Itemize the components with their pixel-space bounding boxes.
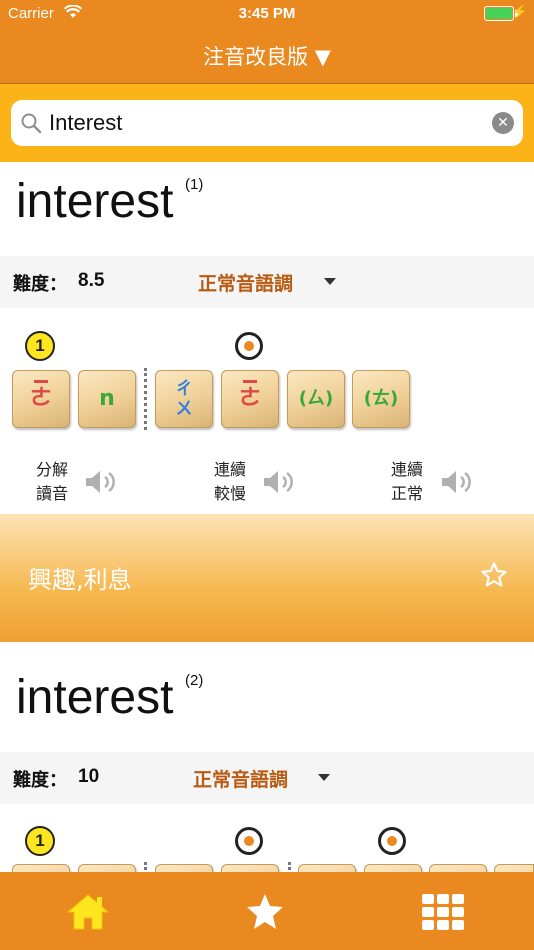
nav-title: 注音改良版 ▼	[203, 44, 331, 69]
phonetic-tile[interactable]	[494, 864, 534, 872]
tab-bar	[0, 872, 534, 950]
tone-mark	[243, 380, 257, 383]
favorite-star-icon[interactable]	[480, 561, 508, 589]
audio-label-split: 分解 讀音	[36, 458, 68, 506]
stress-dot-icon	[235, 827, 263, 855]
phonetic-tile[interactable]	[221, 864, 279, 872]
audio-label-slow: 連續 較慢	[214, 458, 246, 506]
phonetic-tile[interactable]: n	[78, 370, 136, 428]
tab-favorites-icon[interactable]	[243, 892, 287, 932]
tab-grid-icon[interactable]	[421, 892, 465, 932]
difficulty-label: 難度：	[13, 770, 67, 791]
charging-icon: ⚡	[511, 4, 528, 19]
entry-word: interest	[16, 175, 174, 228]
audio-label-line: 連續	[391, 460, 424, 479]
status-bar: Carrier 3:45 PM ⚡	[0, 0, 534, 28]
syllable-number-badge: 1	[25, 331, 55, 361]
tile-symbol: ㄔㄨ	[175, 379, 193, 419]
audio-label-line: 分解	[36, 460, 69, 479]
difficulty-row: 難度： 8.5 正常音語調	[0, 256, 534, 308]
audio-label-line: 連續	[214, 460, 247, 479]
tile-symbol: ㄜ	[29, 386, 52, 411]
audio-label-line: 較慢	[214, 484, 247, 503]
phonetic-tile[interactable]	[12, 864, 70, 872]
phonetic-tile[interactable]	[78, 864, 136, 872]
entry-index: (2)	[185, 672, 204, 689]
battery-icon	[484, 6, 514, 21]
tone-mode-selector[interactable]: 正常音語調	[193, 765, 288, 792]
search-bar: ✕	[0, 84, 534, 162]
syllable-separator	[144, 862, 147, 872]
speaker-icon[interactable]	[84, 468, 120, 496]
audio-label-line: 正常	[391, 484, 424, 503]
meaning-bar: 興趣,利息	[0, 514, 534, 642]
syllable-separator	[144, 368, 147, 430]
phonetic-tile[interactable]: (ㄊ)	[352, 370, 410, 428]
entry-word: interest	[16, 671, 174, 724]
entry-index: (1)	[185, 176, 204, 193]
difficulty-value: 10	[78, 766, 100, 787]
phonetic-tile[interactable]	[298, 864, 356, 872]
difficulty-value: 8.5	[78, 270, 105, 291]
chevron-down-icon[interactable]	[318, 774, 330, 781]
speaker-icon[interactable]	[262, 468, 298, 496]
search-input[interactable]	[49, 100, 489, 146]
phonetic-tile[interactable]	[155, 864, 213, 872]
dictionary-entry: interest (2) 難度： 10 正常音語調 1	[0, 642, 534, 872]
phonetic-tile[interactable]: ㄜ	[12, 370, 70, 428]
search-box: ✕	[11, 100, 523, 146]
tile-symbol: ㄜ	[238, 386, 261, 411]
clear-search-icon[interactable]: ✕	[492, 112, 514, 134]
difficulty-row: 難度： 10 正常音語調	[0, 752, 534, 804]
chevron-down-icon[interactable]	[324, 278, 336, 285]
stress-dot-icon	[235, 332, 263, 360]
speaker-icon[interactable]	[440, 468, 476, 496]
tile-symbol: (ㄙ)	[298, 388, 334, 409]
audio-label-normal: 連續 正常	[391, 458, 423, 506]
tile-symbol: (ㄊ)	[363, 388, 399, 409]
meaning-text: 興趣,利息	[28, 566, 132, 594]
phonetic-tile[interactable]: (ㄙ)	[287, 370, 345, 428]
status-time: 3:45 PM	[238, 5, 296, 22]
syllable-number-badge: 1	[25, 826, 55, 856]
tone-mode-selector[interactable]: 正常音語調	[198, 269, 293, 296]
search-icon	[21, 113, 42, 134]
audio-controls: 分解 讀音 連續 較慢 連續 正常	[0, 450, 534, 514]
difficulty-label: 難度：	[13, 274, 67, 295]
tile-symbol: n	[99, 386, 115, 411]
dictionary-entry: interest (1) 難度： 8.5 正常音語調 1 ㄜ n ㄔㄨ ㄜ (ㄙ…	[0, 162, 534, 642]
phonetic-tile[interactable]: ㄔㄨ	[155, 370, 213, 428]
phonetic-tile[interactable]: ㄜ	[221, 370, 279, 428]
tone-mark	[34, 380, 48, 383]
stress-dot-icon	[378, 827, 406, 855]
phonetic-mode-selector[interactable]: 注音改良版 ▼	[0, 28, 534, 84]
tab-home-icon[interactable]	[66, 892, 110, 932]
phonetic-tile[interactable]	[429, 864, 487, 872]
syllable-separator	[288, 862, 291, 872]
audio-label-line: 讀音	[36, 484, 69, 503]
phonetic-tile[interactable]	[364, 864, 422, 872]
